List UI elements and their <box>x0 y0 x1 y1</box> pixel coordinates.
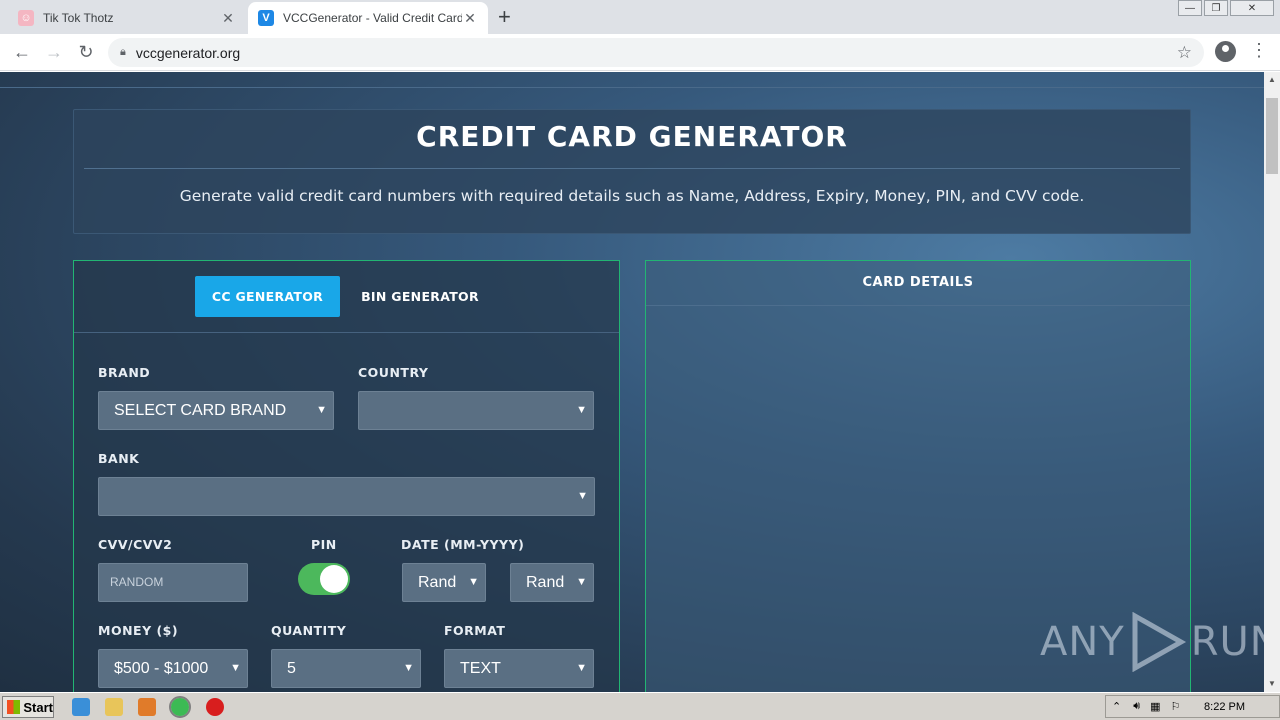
restore-icon[interactable]: ❐ <box>1204 0 1228 16</box>
divider <box>0 87 1264 88</box>
watermark-text-right: RUN <box>1190 619 1264 665</box>
watermark-text-left: ANY <box>1040 619 1125 665</box>
start-label: Start <box>23 699 53 715</box>
forward-arrow-icon[interactable]: → <box>42 41 66 65</box>
chevron-down-icon: ▼ <box>576 576 587 588</box>
cvv-input[interactable]: RANDOM <box>98 563 248 602</box>
scroll-down-icon[interactable]: ▼ <box>1264 676 1280 692</box>
chrome-icon[interactable] <box>169 696 191 718</box>
close-tab-icon[interactable]: ✕ <box>220 10 236 27</box>
new-tab-button[interactable]: + <box>498 5 511 29</box>
play-triangle-icon <box>1132 612 1186 672</box>
menu-kebab-icon[interactable]: ⋮ <box>1250 40 1268 61</box>
media-player-icon[interactable] <box>138 698 156 716</box>
lock-icon: 🔒︎ <box>120 46 126 58</box>
chevron-down-icon: ▼ <box>576 404 587 416</box>
anyrun-watermark: ANY RUN <box>1040 612 1264 672</box>
tray-expand-icon[interactable]: ⌃ <box>1112 700 1121 713</box>
back-arrow-icon[interactable]: ← <box>10 41 34 65</box>
scroll-up-icon[interactable]: ▲ <box>1264 72 1280 88</box>
pin-label: PIN <box>311 537 337 552</box>
page-viewport: CREDIT CARD GENERATOR Generate valid cre… <box>0 72 1264 692</box>
url-text: vccgenerator.org <box>135 44 241 61</box>
year-select-value: Rand <box>526 574 565 591</box>
brand-select[interactable]: SELECT CARD BRAND ▼ <box>98 391 334 430</box>
money-select[interactable]: $500 - $1000 ▼ <box>98 649 248 688</box>
tiktok-favicon-icon: ☺ <box>18 10 34 26</box>
quantity-select-value: 5 <box>287 660 296 677</box>
divider <box>84 168 1180 169</box>
format-select[interactable]: TEXT ▼ <box>444 649 594 688</box>
month-select-value: Rand <box>418 574 457 591</box>
tab-title: VCCGenerator - Valid Credit Card Ge <box>283 11 462 25</box>
page-subtitle: Generate valid credit card numbers with … <box>179 187 1085 205</box>
bookmark-star-icon[interactable]: ☆ <box>1177 43 1192 63</box>
country-select[interactable]: ▼ <box>358 391 594 430</box>
money-label: MONEY ($) <box>98 623 179 638</box>
bank-select[interactable]: ▼ <box>98 477 595 516</box>
minimize-icon[interactable]: — <box>1178 0 1202 16</box>
pin-toggle[interactable] <box>298 563 350 595</box>
year-select[interactable]: Rand ▼ <box>510 563 594 602</box>
quantity-select[interactable]: 5 ▼ <box>271 649 421 688</box>
vcc-favicon-icon: V <box>258 10 274 26</box>
address-bar[interactable]: 🔒︎ vccgenerator.org ☆ <box>108 38 1204 67</box>
tab-title: Tik Tok Thotz <box>43 11 114 25</box>
brand-label: BRAND <box>98 365 151 380</box>
browser-tab-vccgenerator[interactable]: V VCCGenerator - Valid Credit Card Ge ✕ <box>248 2 488 34</box>
system-tray: ⌃ 🔊︎ ▦ ⚐ 8:22 PM <box>1105 695 1280 718</box>
format-label: FORMAT <box>444 623 506 638</box>
tab-bin-generator[interactable]: BIN GENERATOR <box>350 276 490 317</box>
reload-icon[interactable]: ↻ <box>74 41 98 65</box>
chevron-down-icon: ▼ <box>577 490 588 502</box>
start-button[interactable]: Start <box>2 696 54 718</box>
brand-select-value: SELECT CARD BRAND <box>114 402 287 419</box>
date-label: DATE (MM-YYYY) <box>401 537 525 552</box>
profile-avatar-icon[interactable] <box>1215 41 1236 62</box>
tab-cc-generator[interactable]: CC GENERATOR <box>195 276 340 317</box>
action-center-flag-icon[interactable]: ⚐ <box>1171 700 1181 713</box>
page-title: CREDIT CARD GENERATOR <box>416 120 848 153</box>
windows-logo-icon <box>7 700 21 714</box>
format-select-value: TEXT <box>460 660 501 677</box>
quantity-label: QUANTITY <box>271 623 347 638</box>
network-icon[interactable]: ▦ <box>1150 700 1160 713</box>
chevron-down-icon: ▼ <box>316 404 327 416</box>
generator-tabs: CC GENERATOR BIN GENERATOR <box>74 261 619 333</box>
ie-icon[interactable] <box>72 698 90 716</box>
chevron-down-icon: ▼ <box>230 662 241 674</box>
browser-tab-tiktok[interactable]: ☺ Tik Tok Thotz ✕ <box>8 2 246 34</box>
month-select[interactable]: Rand ▼ <box>402 563 486 602</box>
folder-icon[interactable] <box>105 698 123 716</box>
bank-label: BANK <box>98 451 140 466</box>
chevron-down-icon: ▼ <box>403 662 414 674</box>
close-tab-icon[interactable]: ✕ <box>462 10 478 27</box>
money-select-value: $500 - $1000 <box>114 660 209 677</box>
browser-toolbar: ← → ↻ 🔒︎ vccgenerator.org ☆ <box>0 34 1280 71</box>
card-details-title: CARD DETAILS <box>646 261 1190 306</box>
header-section: CREDIT CARD GENERATOR Generate valid cre… <box>73 109 1191 234</box>
volume-icon[interactable]: 🔊︎ <box>1133 700 1140 713</box>
cvv-label: CVV/CVV2 <box>98 537 173 552</box>
warning-icon[interactable] <box>206 698 224 716</box>
window-close-icon[interactable]: ✕ <box>1230 0 1274 16</box>
window-controls: — ❐ ✕ <box>1176 0 1274 16</box>
scroll-thumb[interactable] <box>1266 98 1278 174</box>
clock: 8:22 PM <box>1204 700 1245 713</box>
page-scrollbar[interactable]: ▲ ▼ <box>1264 72 1280 692</box>
chevron-down-icon: ▼ <box>576 662 587 674</box>
generator-panel: CC GENERATOR BIN GENERATOR BRAND SELECT … <box>73 260 620 692</box>
toggle-knob <box>320 565 348 593</box>
country-label: COUNTRY <box>358 365 429 380</box>
windows-taskbar: Start ⌃ 🔊︎ ▦ ⚐ 8:22 PM <box>0 692 1280 720</box>
browser-tab-bar: ☺ Tik Tok Thotz ✕ V VCCGenerator - Valid… <box>0 0 1280 34</box>
chevron-down-icon: ▼ <box>468 576 479 588</box>
